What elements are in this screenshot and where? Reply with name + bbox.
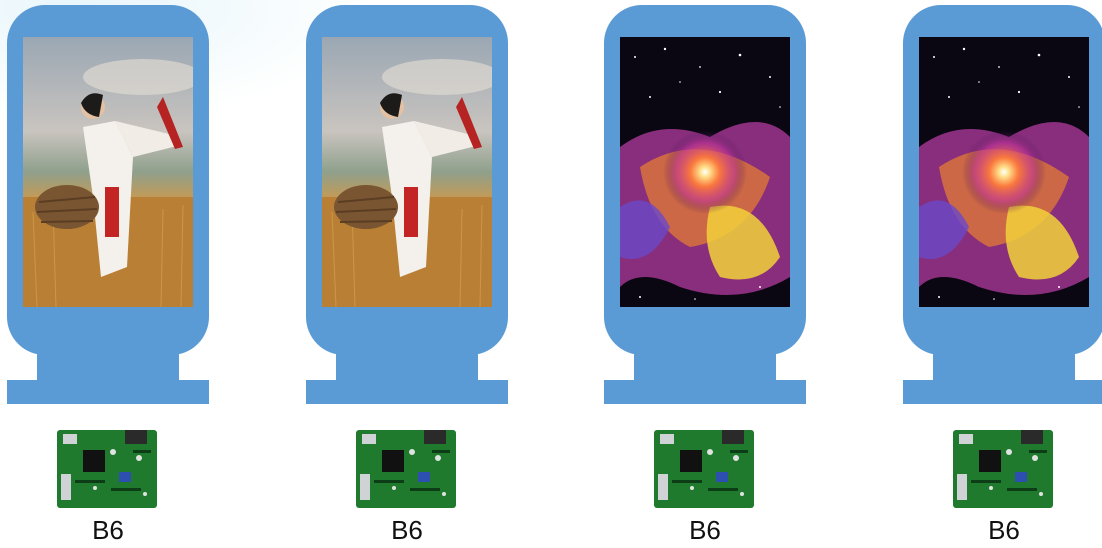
poster-screen-nebula-image [620, 37, 790, 307]
device-label: B6 [689, 515, 721, 545]
poster-stand-neck [933, 352, 1075, 382]
control-card-board-image [652, 428, 756, 510]
led-poster-unit-4: B6 [903, 0, 1102, 548]
poster-stand-base [7, 380, 209, 404]
device-label: B6 [92, 515, 124, 545]
led-poster-unit-3: B6 [604, 0, 808, 548]
poster-cabinet [306, 5, 508, 355]
poster-stand-base [903, 380, 1102, 404]
control-card-board-image [951, 428, 1055, 510]
device-label: B6 [988, 515, 1020, 545]
led-poster-unit-2: B6 [306, 0, 510, 548]
device-label: B6 [391, 515, 423, 545]
poster-cabinet [903, 5, 1102, 355]
poster-stand-base [306, 380, 508, 404]
poster-cabinet [7, 5, 209, 355]
poster-screen-nebula-image [919, 37, 1089, 307]
led-poster-unit-1: B6 [7, 0, 211, 548]
poster-stand-neck [336, 352, 478, 382]
poster-cabinet [604, 5, 806, 355]
poster-screen-dancer-image [23, 37, 193, 307]
poster-screen-dancer-image [322, 37, 492, 307]
poster-stand-neck [37, 352, 179, 382]
poster-stand-base [604, 380, 806, 404]
control-card-board-image [55, 428, 159, 510]
control-card-board-image [354, 428, 458, 510]
poster-stand-neck [634, 352, 776, 382]
